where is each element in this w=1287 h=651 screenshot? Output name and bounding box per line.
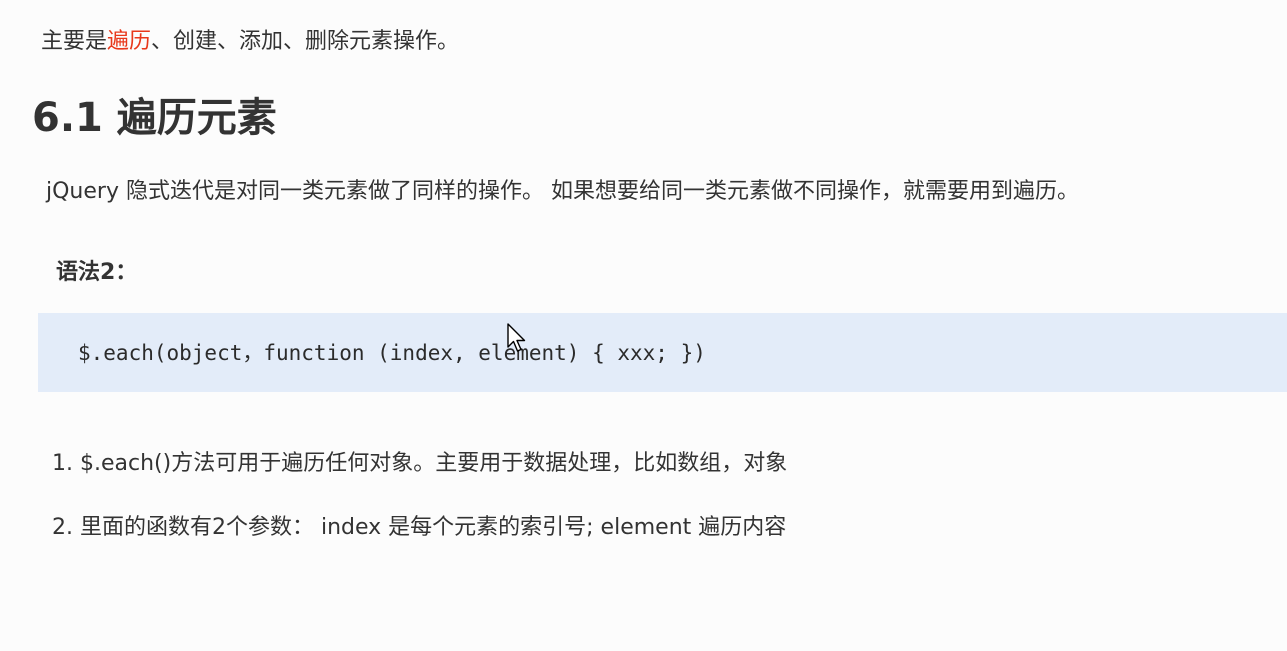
syntax-label: 语法2： [56, 260, 138, 285]
note-item: 1. $.each()方法可用于遍历任何对象。主要用于数据处理，比如数组，对象 [52, 451, 788, 476]
intro-suffix: 、创建、添加、删除元素操作。 [151, 29, 460, 54]
mouse-pointer-icon [507, 323, 526, 352]
intro-sentence: 主要是遍历、创建、添加、删除元素操作。 [41, 24, 459, 60]
code-text: $.each(object，function (index, element) … [78, 341, 706, 365]
section-description: jQuery 隐式迭代是对同一类元素做了同样的操作。 如果想要给同一类元素做不同… [46, 179, 1079, 204]
intro-highlight: 遍历 [107, 29, 152, 54]
code-block: $.each(object，function (index, element) … [38, 313, 1287, 392]
section-title: 6.1 遍历元素 [32, 95, 277, 141]
document-page: 主要是遍历、创建、添加、删除元素操作。 6.1 遍历元素 jQuery 隐式迭代… [0, 0, 1287, 651]
notes-list: 1. $.each()方法可用于遍历任何对象。主要用于数据处理，比如数组，对象 … [52, 446, 787, 574]
note-item: 2. 里面的函数有2个参数： index 是每个元素的索引号; element … [52, 515, 787, 540]
intro-prefix: 主要是 [41, 29, 108, 54]
